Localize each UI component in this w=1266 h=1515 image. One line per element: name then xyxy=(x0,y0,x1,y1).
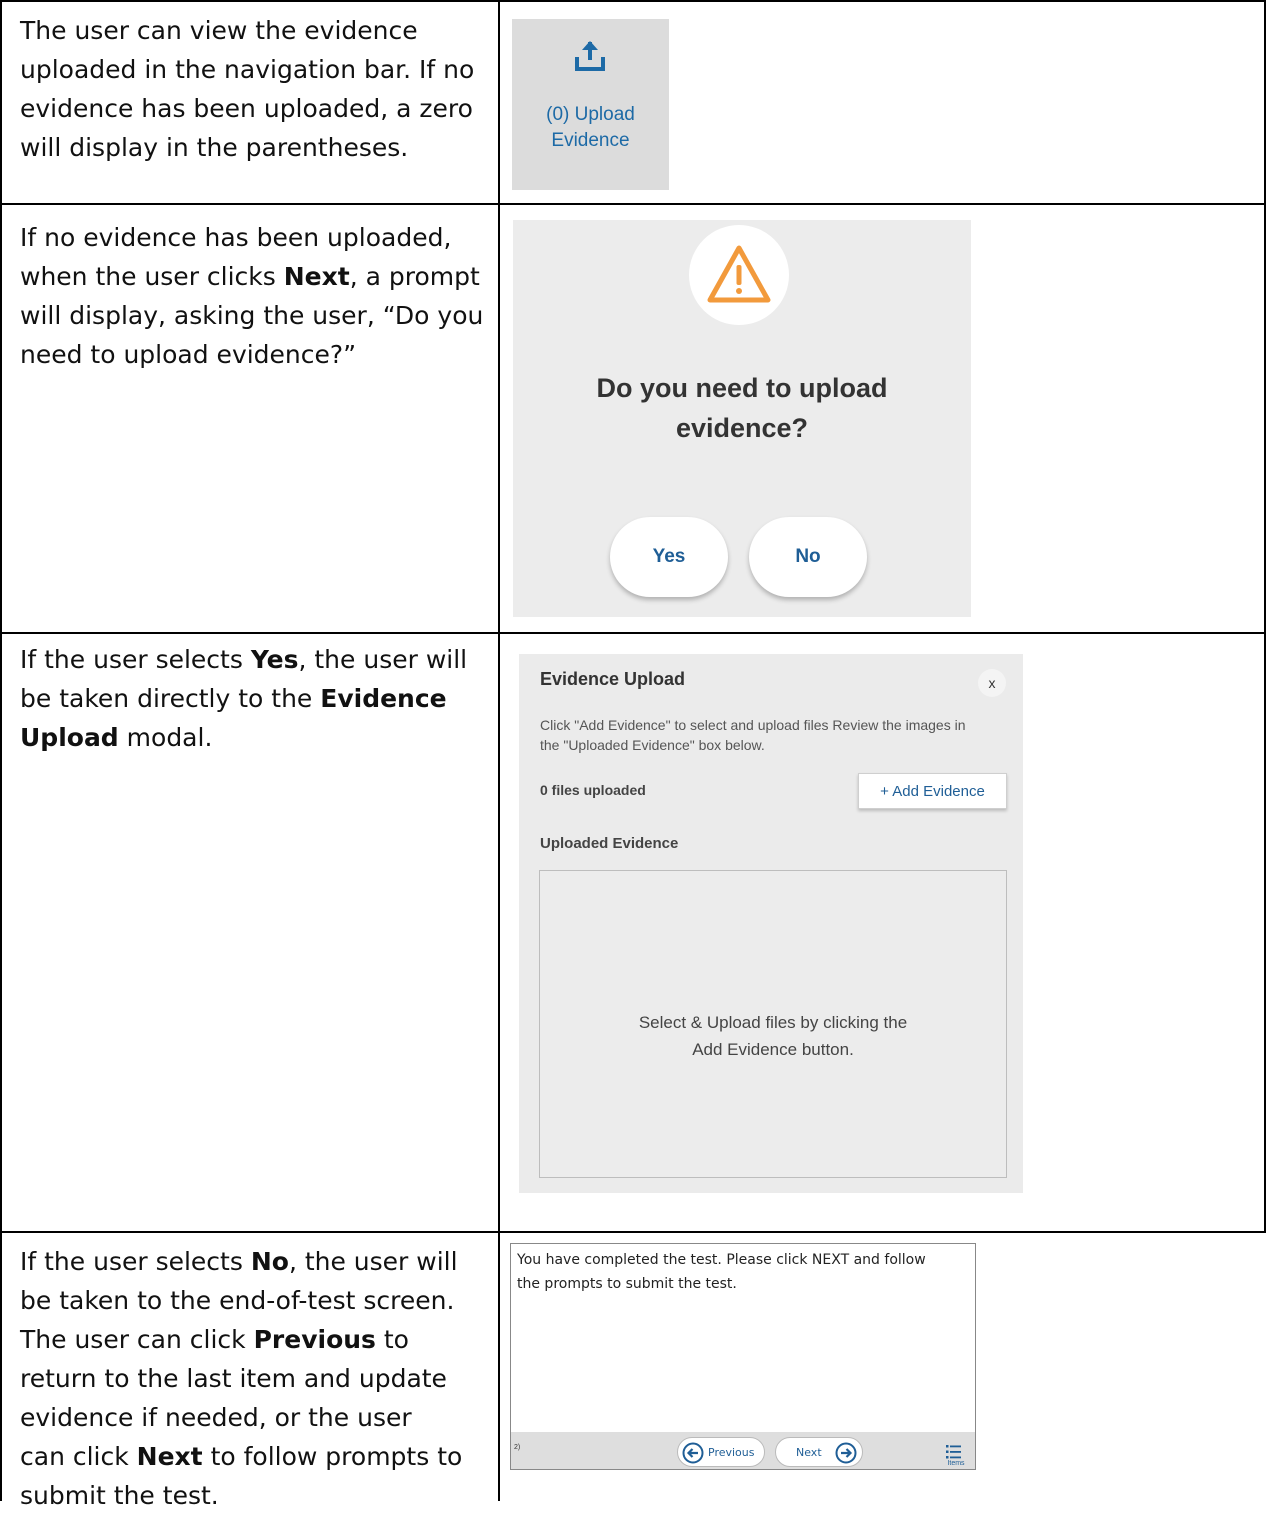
text-line: be taken directly to the xyxy=(20,684,321,713)
text-line: evidence has been uploaded, a zero xyxy=(20,94,473,123)
text-line: can click xyxy=(20,1442,137,1471)
message-line: the prompts to submit the test. xyxy=(517,1276,737,1292)
row1-description: The user can view the evidence uploaded … xyxy=(20,11,490,167)
text-line: be taken to the end-of-test screen. xyxy=(20,1286,455,1315)
message-line: You have completed the test. Please clic… xyxy=(517,1252,926,1268)
text-line: when the user clicks xyxy=(20,262,284,291)
items-label: Items xyxy=(947,1460,965,1467)
previous-button[interactable]: Previous xyxy=(677,1437,765,1467)
table-border-top xyxy=(0,0,1266,2)
modal-title: Evidence Upload xyxy=(540,669,686,689)
table-row-divider xyxy=(0,1231,1266,1233)
text-line: The user can click xyxy=(20,1325,254,1354)
warning-badge xyxy=(689,225,789,325)
text-line: , the user will xyxy=(288,1247,458,1276)
question-line: Do you need to upload xyxy=(596,373,888,403)
table-row-divider xyxy=(0,632,1266,634)
text-line: If no evidence has been uploaded, xyxy=(20,223,452,252)
text-bold: Evidence xyxy=(320,684,447,713)
text-line: modal. xyxy=(118,723,213,752)
files-uploaded-count: 0 files uploaded xyxy=(540,782,646,798)
end-of-test-screen: You have completed the test. Please clic… xyxy=(510,1243,976,1470)
arrow-left-circle-icon xyxy=(682,1442,704,1464)
next-button[interactable]: Next xyxy=(775,1437,863,1467)
text-line: to follow prompts to xyxy=(202,1442,463,1471)
row4-description: If the user selects No, the user will be… xyxy=(20,1242,490,1515)
text-line: If the user selects xyxy=(20,645,251,674)
label-line: (0) Upload xyxy=(546,104,635,125)
text-bold: Next xyxy=(136,1442,203,1471)
text-bold: Next xyxy=(283,262,350,291)
instruction-table: The user can view the evidence uploaded … xyxy=(0,0,1266,1510)
text-bold: No xyxy=(250,1247,289,1276)
previous-label: Previous xyxy=(708,1446,755,1459)
text-line: will display in the parentheses. xyxy=(20,133,409,162)
upload-evidence-nav-button[interactable]: (0) Upload Evidence xyxy=(512,19,669,190)
text-bold: Yes xyxy=(250,645,299,674)
close-button[interactable]: x xyxy=(978,669,1006,697)
text-line: , a prompt xyxy=(349,262,480,291)
prompt-question: Do you need to upload evidence? xyxy=(513,368,971,448)
page-marker: 2) xyxy=(514,1444,521,1451)
no-button[interactable]: No xyxy=(749,517,867,597)
text-line: return to the last item and update xyxy=(20,1364,447,1393)
text-line: , the user will xyxy=(298,645,468,674)
modal-instructions: Click "Add Evidence" to select and uploa… xyxy=(540,715,1010,755)
message-line: Add Evidence button. xyxy=(692,1040,854,1059)
question-line: evidence? xyxy=(675,413,809,443)
evidence-upload-modal: Evidence Upload x Click "Add Evidence" t… xyxy=(519,654,1023,1193)
text-line: The user can view the evidence xyxy=(20,16,418,45)
table-border-left xyxy=(0,0,2,1501)
yes-button[interactable]: Yes xyxy=(610,517,728,597)
add-evidence-button[interactable]: + Add Evidence xyxy=(858,773,1007,809)
text-bold: Previous xyxy=(253,1325,376,1354)
text-line: If the user selects xyxy=(20,1247,251,1276)
text-line: submit the test. xyxy=(20,1481,219,1510)
completion-message: You have completed the test. Please clic… xyxy=(517,1248,957,1296)
instruction-line: the "Uploaded Evidence" box below. xyxy=(540,737,765,753)
empty-state-message: Select & Upload files by clicking the Ad… xyxy=(540,1009,1006,1063)
test-navigation-footer: 2) Previous Next Items xyxy=(511,1432,975,1469)
row3-description: If the user selects Yes, the user will b… xyxy=(20,640,490,757)
instruction-line: Click "Add Evidence" to select and uploa… xyxy=(540,717,966,733)
text-line: will display, asking the user, “Do you xyxy=(20,301,484,330)
text-line: uploaded in the navigation bar. If no xyxy=(20,55,475,84)
table-row-divider xyxy=(0,203,1266,205)
warning-icon xyxy=(707,245,771,303)
message-line: Select & Upload files by clicking the xyxy=(638,1013,908,1032)
upload-evidence-prompt: Do you need to upload evidence? Yes No xyxy=(513,220,971,617)
arrow-right-circle-icon xyxy=(835,1442,857,1464)
next-label: Next xyxy=(796,1446,822,1459)
uploaded-evidence-heading: Uploaded Evidence xyxy=(540,835,679,852)
row2-description: If no evidence has been uploaded, when t… xyxy=(20,218,490,374)
text-line: to xyxy=(375,1325,409,1354)
text-line: evidence if needed, or the user xyxy=(20,1403,412,1432)
table-column-divider xyxy=(498,0,500,1501)
uploaded-evidence-box[interactable]: Select & Upload files by clicking the Ad… xyxy=(539,870,1007,1178)
label-line: Evidence xyxy=(551,130,630,151)
text-line: need to upload evidence?” xyxy=(20,340,357,369)
upload-evidence-label: (0) Upload Evidence xyxy=(512,102,669,154)
upload-icon xyxy=(575,41,605,71)
text-bold: Upload xyxy=(20,723,119,752)
